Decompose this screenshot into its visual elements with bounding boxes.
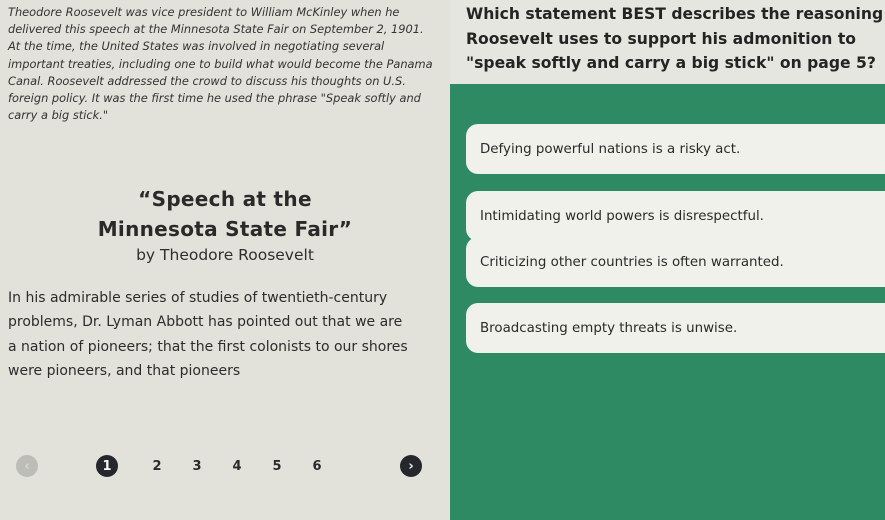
speech-title-line2: Minnesota State Fair” <box>97 217 353 241</box>
previous-page-button[interactable]: ‹ <box>16 455 38 477</box>
intro-text: Theodore Roosevelt was vice president to… <box>8 5 433 123</box>
answer-choice-1[interactable]: Defying powerful nations is a risky act. <box>466 124 885 174</box>
page-navigation: ‹ 1 2 3 4 5 6 › <box>12 454 432 480</box>
question-panel: Which statement BEST describes the reaso… <box>450 0 885 84</box>
page-2-button[interactable]: 2 <box>146 455 168 477</box>
chevron-left-icon: ‹ <box>24 458 30 474</box>
speech-title: “Speech at the Minnesota State Fair” <box>0 184 450 244</box>
answer-choice-3[interactable]: Criticizing other countries is often war… <box>466 237 885 287</box>
page-4-button[interactable]: 4 <box>226 455 248 477</box>
next-page-button[interactable]: › <box>400 455 422 477</box>
speech-title-line1: “Speech at the <box>138 187 312 211</box>
question-text: Which statement BEST describes the reaso… <box>466 5 884 72</box>
answer-choice-4[interactable]: Broadcasting empty threats is unwise. <box>466 303 885 353</box>
page-5-button[interactable]: 5 <box>266 455 288 477</box>
page-3-button[interactable]: 3 <box>186 455 208 477</box>
chevron-right-icon: › <box>408 458 414 474</box>
answer-choice-2[interactable]: Intimidating world powers is disrespectf… <box>466 191 885 241</box>
passage-panel: Theodore Roosevelt was vice president to… <box>0 0 450 520</box>
passage-text: In his admirable series of studies of tw… <box>8 290 408 379</box>
page-6-button[interactable]: 6 <box>306 455 328 477</box>
answer-choices: Defying powerful nations is a risky act.… <box>450 84 885 520</box>
speech-byline: by Theodore Roosevelt <box>136 246 314 264</box>
page-1-button[interactable]: 1 <box>96 455 118 477</box>
